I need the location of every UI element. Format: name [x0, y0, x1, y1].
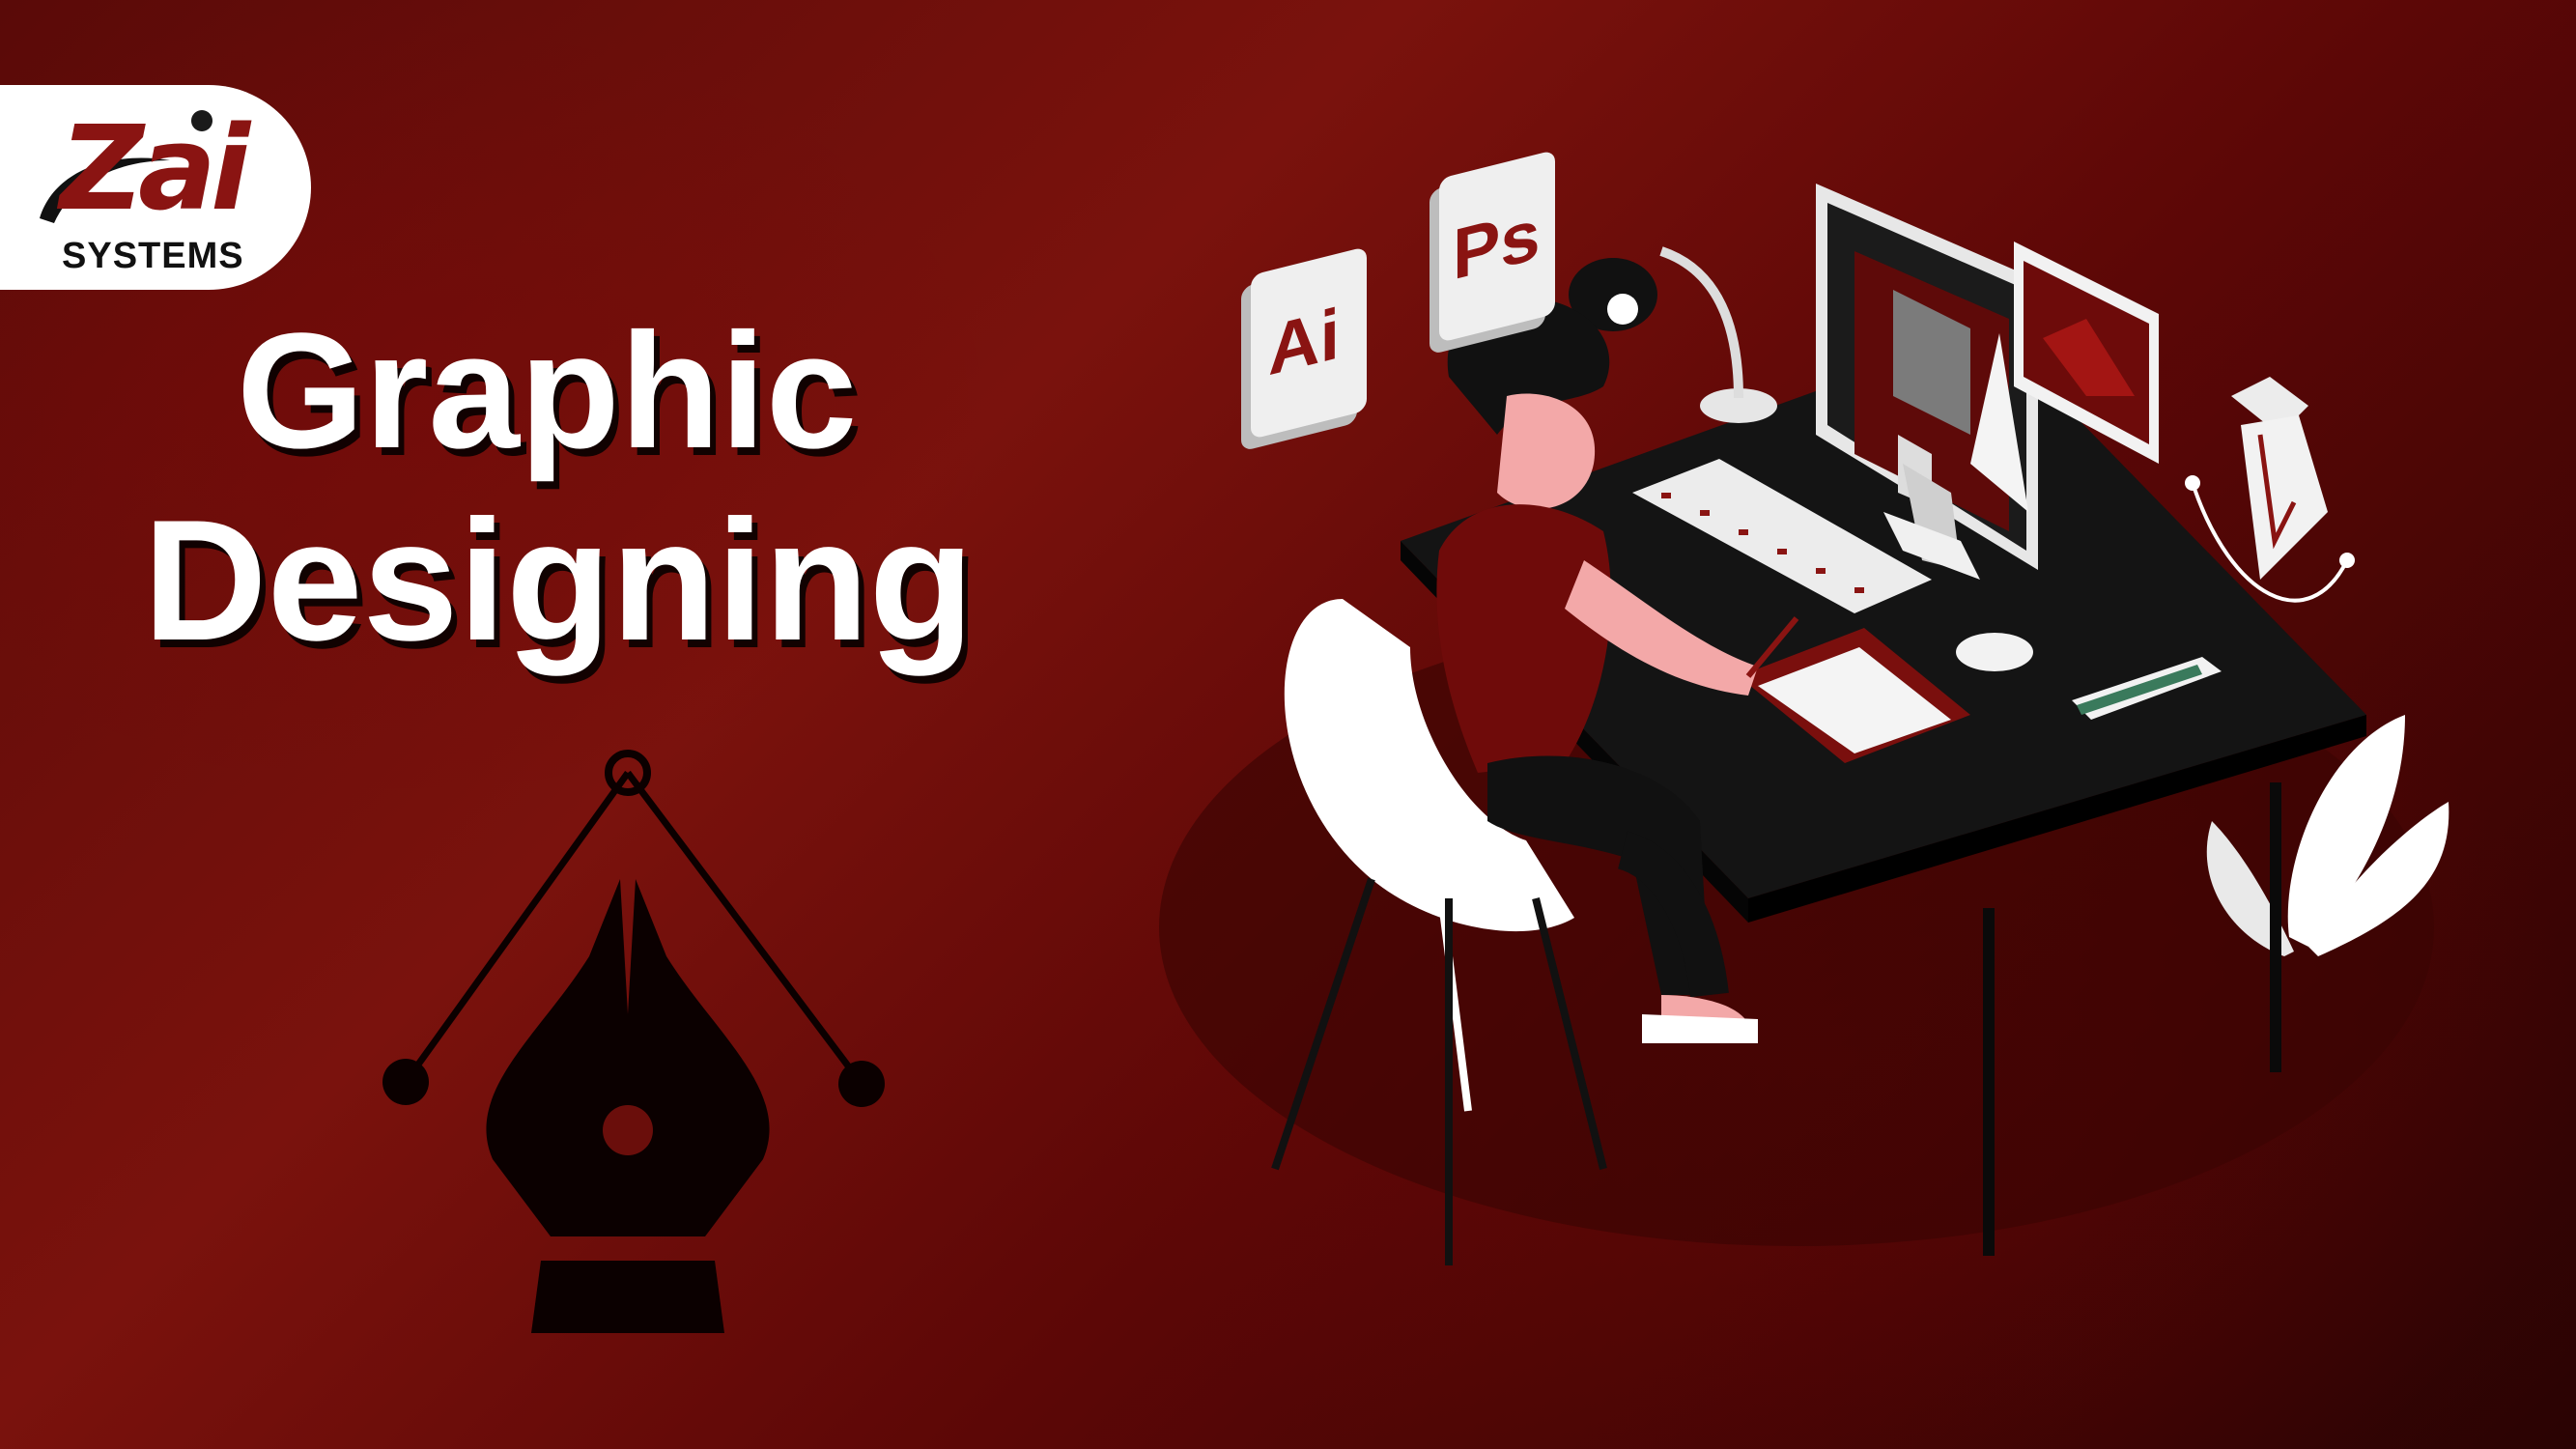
illustrator-badge: Ai: [1251, 246, 1367, 440]
headline-line-2: Designing: [143, 484, 975, 676]
photoshop-label: Ps: [1453, 192, 1541, 296]
illustrator-label: Ai: [1268, 293, 1340, 391]
mouse-icon: [1956, 633, 2033, 671]
logo-subtitle: SYSTEMS: [62, 236, 244, 276]
headline-line-1: Graphic: [237, 299, 858, 483]
logo-wordmark: Zai: [60, 102, 250, 237]
logo-dot: [191, 110, 212, 131]
pen-tool-icon: [382, 750, 885, 1333]
photoshop-badge: Ps: [1439, 150, 1555, 343]
